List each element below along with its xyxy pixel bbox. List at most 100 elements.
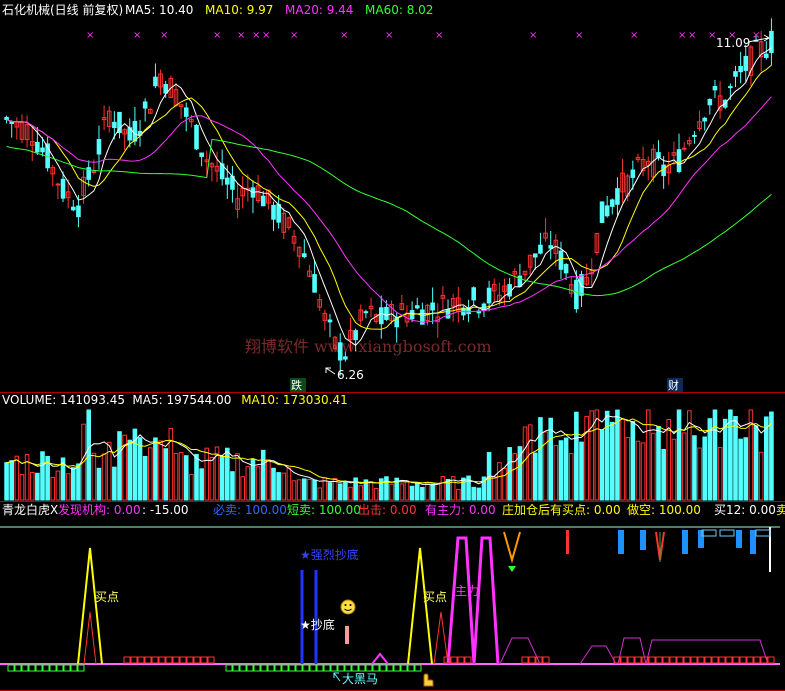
green-strip-box — [56, 664, 64, 672]
red-strip-box — [464, 656, 472, 664]
indicator-legend-item: 庄加仓后有买点: 0.00 — [502, 502, 621, 517]
red-strip-box — [683, 656, 691, 664]
x-mark: × — [213, 30, 221, 41]
volume-bar — [625, 437, 630, 501]
green-strip-box — [239, 664, 247, 672]
volume-bar — [692, 435, 697, 501]
volume-bar — [399, 483, 405, 501]
volume-bar — [717, 446, 723, 501]
candle-body — [71, 206, 76, 211]
green-strip-box — [7, 664, 15, 672]
green-strip-box — [21, 664, 29, 672]
x-mark: × — [435, 30, 443, 41]
ma-legend-item: MA20: 9.44 — [285, 3, 353, 17]
red-strip-box — [144, 656, 152, 664]
volume-bar — [266, 459, 271, 501]
red-strip-box — [450, 656, 458, 664]
green-strip-box — [393, 664, 401, 672]
cai-marker: 财 — [668, 378, 679, 392]
candle-body — [604, 205, 610, 217]
volume-bar — [456, 488, 461, 501]
volume-bar — [579, 441, 584, 501]
candle-body — [743, 55, 749, 71]
red-strip-box — [542, 656, 550, 664]
volume-bar — [137, 437, 143, 501]
vol-legend-item: VOLUME: 141093.45 — [2, 393, 125, 407]
volume-bar — [568, 453, 574, 501]
volume-bar — [76, 463, 81, 501]
x-mark: × — [160, 30, 168, 41]
smiley-icon — [340, 599, 356, 615]
red-strip-box — [767, 656, 775, 664]
volume-bar — [645, 409, 651, 501]
candle-body — [379, 307, 384, 325]
red-mark — [566, 530, 569, 554]
candle-body — [574, 279, 579, 310]
volume-bar — [153, 437, 158, 501]
orange-v — [503, 531, 521, 564]
red-strip-box — [655, 656, 663, 664]
volume-bar — [235, 453, 240, 501]
candle-body — [91, 170, 97, 173]
volume-bar — [527, 424, 533, 501]
volume-bar — [615, 409, 620, 501]
volume-bar — [173, 452, 179, 501]
volume-bar — [240, 476, 245, 501]
x-mark: × — [237, 30, 245, 41]
main-force-step — [645, 639, 769, 665]
green-arrow-icon — [508, 566, 516, 572]
candle-body — [599, 201, 605, 223]
volume-bar — [291, 480, 297, 501]
volume-bar — [307, 478, 312, 501]
green-strip-box — [302, 664, 310, 672]
x-mark: × — [340, 30, 348, 41]
bottom-label: ★抄底 — [300, 617, 335, 632]
candle-body — [142, 101, 148, 109]
volume-bar — [35, 472, 40, 501]
blue-sell-bar — [640, 530, 646, 550]
buy-spike — [77, 547, 103, 665]
red-strip-box — [697, 656, 705, 664]
volume-bar — [630, 420, 636, 501]
candle-body — [507, 284, 512, 297]
volume-bar — [343, 481, 348, 501]
indicator-legend-item: 青龙白虎X — [2, 502, 58, 517]
volume-bar — [19, 473, 25, 501]
green-strip-box — [246, 664, 254, 672]
candle-body — [163, 84, 168, 94]
volume-bar — [553, 445, 559, 501]
volume-bar — [189, 473, 194, 501]
indicator-legend-item: : -15.00 — [142, 503, 189, 517]
signal-x-marks: × × × × × × × × × × × × × × × × × × × — [86, 30, 760, 41]
x-mark: × — [678, 30, 686, 41]
candle-body — [153, 76, 158, 87]
candle-body — [337, 342, 343, 361]
volume-bar — [209, 456, 215, 501]
green-strip-box — [372, 664, 380, 672]
volume-bar — [640, 442, 646, 501]
volume-bar — [358, 485, 364, 501]
volume-bar — [620, 418, 625, 501]
indicator-legend-item: 卖 — [776, 503, 785, 517]
red-strip-box — [137, 656, 145, 664]
volume-bar — [219, 455, 225, 501]
x-mark: × — [86, 30, 94, 41]
vol-legend-item: MA10: 173030.41 — [241, 393, 348, 407]
candle-body — [4, 116, 9, 121]
volume-bar — [96, 467, 102, 501]
volume-bar — [327, 482, 333, 501]
volume-bar — [425, 482, 430, 501]
candle-body — [538, 244, 543, 254]
main-force-shape — [446, 536, 500, 665]
candle-body — [194, 124, 199, 150]
volume-bar — [337, 483, 343, 501]
volume-bar — [194, 453, 199, 501]
pink-bar — [345, 626, 349, 644]
blue-sell-bar — [698, 530, 704, 548]
volume-bar — [29, 471, 35, 501]
dark-horse-arrow — [333, 672, 341, 682]
red-strip-box — [158, 656, 166, 664]
volume-bar — [671, 438, 677, 501]
moving-average-lines — [6, 47, 772, 346]
volume-bar — [497, 462, 502, 501]
